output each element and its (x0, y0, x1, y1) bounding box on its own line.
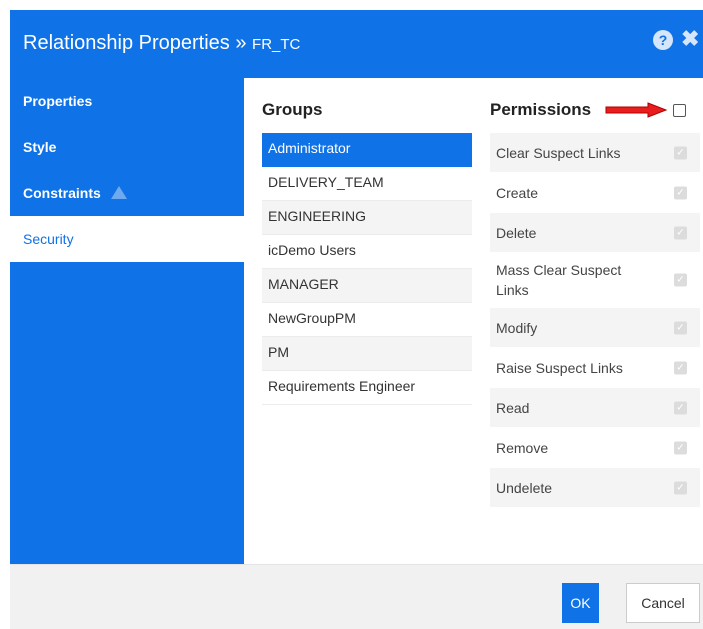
groups-list: Administrator DELIVERY_TEAM ENGINEERING … (262, 133, 472, 405)
permission-checkbox[interactable]: ✓ (674, 401, 687, 414)
select-all-permissions-checkbox[interactable] (673, 104, 686, 117)
close-icon[interactable]: ✖ (681, 27, 699, 51)
group-item-delivery-team[interactable]: DELIVERY_TEAM (262, 167, 472, 201)
red-arrow-icon (605, 102, 668, 118)
groups-heading: Groups (262, 100, 323, 119)
sidebar-item-constraints[interactable]: Constraints (10, 170, 244, 216)
dialog-title-bar: Relationship Properties » FR_TC ? ✖ (10, 10, 703, 78)
permission-label: Create (496, 184, 539, 201)
permission-raise-suspect-links: Raise Suspect Links ✓ (490, 348, 700, 388)
permission-clear-suspect-links: Clear Suspect Links ✓ (490, 133, 700, 173)
dialog-title-text: Relationship Properties (23, 32, 230, 54)
group-item-manager[interactable]: MANAGER (262, 269, 472, 303)
permission-read: Read ✓ (490, 388, 700, 428)
sidebar-item-style[interactable]: Style (10, 124, 244, 170)
permission-label: Clear Suspect Links (496, 144, 621, 161)
permission-checkbox[interactable]: ✓ (674, 273, 687, 287)
permission-checkbox[interactable]: ✓ (674, 186, 687, 199)
permission-checkbox[interactable]: ✓ (674, 321, 687, 334)
group-item-engineering[interactable]: ENGINEERING (262, 201, 472, 235)
sidebar-item-label: Security (23, 231, 74, 247)
permission-label: Delete (496, 224, 537, 241)
permission-checkbox[interactable]: ✓ (674, 226, 687, 239)
dialog-title: Relationship Properties » FR_TC (23, 32, 300, 55)
permission-remove: Remove ✓ (490, 428, 700, 468)
sidebar-item-properties[interactable]: Properties (10, 78, 244, 124)
permission-label: Undelete (496, 479, 553, 496)
permission-checkbox[interactable]: ✓ (674, 146, 687, 159)
permission-label: Mass Clear Suspect Links (496, 262, 622, 298)
permission-create: Create ✓ (490, 173, 700, 213)
permission-checkbox[interactable]: ✓ (674, 361, 687, 374)
permission-label: Read (496, 399, 530, 416)
sidebar-item-label: Properties (23, 93, 93, 109)
permission-modify: Modify ✓ (490, 308, 700, 348)
permissions-heading: Permissions (490, 100, 592, 119)
permission-checkbox[interactable]: ✓ (674, 441, 687, 454)
permission-label: Modify (496, 319, 538, 336)
relationship-properties-dialog: Relationship Properties » FR_TC ? ✖ Prop… (10, 10, 703, 629)
title-separator: » (235, 32, 247, 54)
dialog-footer: OK Cancel (10, 564, 703, 629)
sidebar-item-security[interactable]: Security (10, 216, 244, 262)
group-item-icdemo-users[interactable]: icDemo Users (262, 235, 472, 269)
permission-delete: Delete ✓ (490, 213, 700, 253)
permission-label: Remove (496, 439, 549, 456)
dialog-subtitle: FR_TC (252, 36, 301, 53)
permission-checkbox[interactable]: ✓ (674, 481, 687, 494)
permission-undelete: Undelete ✓ (490, 468, 700, 508)
sidebar-item-label: Style (23, 139, 57, 155)
permissions-list: Clear Suspect Links ✓ Create ✓ Delete ✓ … (490, 133, 700, 508)
question-circle-icon[interactable]: ? (653, 30, 673, 50)
warning-triangle-icon (110, 186, 127, 199)
ok-button[interactable]: OK (562, 583, 599, 623)
sidebar-item-label: Constraints (23, 185, 101, 201)
cancel-button[interactable]: Cancel (626, 583, 700, 623)
group-item-pm[interactable]: PM (262, 337, 472, 371)
sidebar-nav: Properties Style Constraints Security (10, 78, 244, 564)
group-item-requirements-engineer[interactable]: Requirements Engineer (262, 371, 472, 405)
group-item-administrator[interactable]: Administrator (262, 133, 472, 167)
permission-mass-clear-suspect-links: Mass Clear Suspect Links ✓ (490, 253, 700, 308)
group-item-newgrouppm[interactable]: NewGroupPM (262, 303, 472, 337)
permission-label: Raise Suspect Links (496, 359, 623, 376)
